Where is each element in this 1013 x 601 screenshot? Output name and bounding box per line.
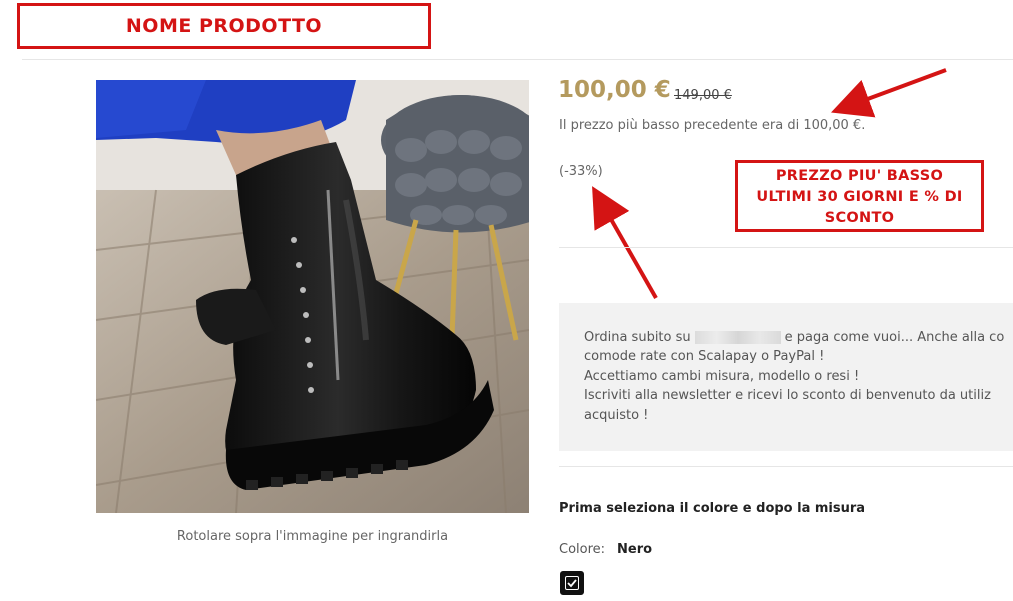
promo-line-1-end: e paga come vuoi... Anche alla co [784, 330, 1005, 345]
product-name-annotation: NOME PRODOTTO [17, 3, 431, 49]
arrow-to-lowest-price [830, 68, 947, 118]
lowest-price-note: Il prezzo più basso precedente era di 10… [559, 118, 866, 133]
lowest-price-annotation-line: ULTIMI 30 GIORNI E % DI [756, 189, 963, 205]
image-hover-hint: Rotolare sopra l'immagine per ingrandirl… [176, 529, 449, 544]
arrow-to-discount [592, 186, 658, 299]
product-image[interactable] [96, 80, 529, 513]
color-label: Colore: [559, 542, 606, 557]
promo-line-5: acquisto ! [584, 408, 649, 423]
blurred-store-name [694, 331, 781, 344]
promo-line-4: Iscriviti alla newsletter e ricevi lo sc… [584, 388, 991, 403]
product-price: 100,00 € [558, 77, 671, 103]
selected-color-value: Nero [617, 542, 653, 557]
promo-line-3: Accettiamo cambi misura, modello o resi … [584, 369, 860, 384]
product-name-annotation-text: NOME PRODOTTO [125, 15, 323, 37]
product-old-price: 149,00 € [674, 88, 732, 103]
lowest-price-annotation-line: SCONTO [824, 210, 895, 226]
promo-divider [559, 466, 1013, 467]
discount-percentage: (-33%) [559, 164, 603, 179]
checkmark-icon [565, 576, 579, 590]
promo-info-panel: Ordina subito su e paga come vuoi... Anch… [559, 303, 1013, 451]
selection-instruction: Prima seleziona il colore e dopo la misu… [559, 501, 866, 516]
lowest-price-annotation-line: PREZZO PIU' BASSO [775, 168, 944, 184]
promo-line-2: comode rate con Scalapay o PayPal ! [584, 349, 825, 364]
promo-line-1-start: Ordina subito su [584, 330, 691, 345]
price-divider [559, 247, 1013, 248]
top-divider [22, 59, 1013, 60]
color-swatch-black[interactable] [560, 571, 584, 595]
lowest-price-annotation: PREZZO PIU' BASSO ULTIMI 30 GIORNI E % D… [735, 160, 984, 232]
promo-line-1: Ordina subito su e paga come vuoi... Anch… [584, 330, 1004, 345]
